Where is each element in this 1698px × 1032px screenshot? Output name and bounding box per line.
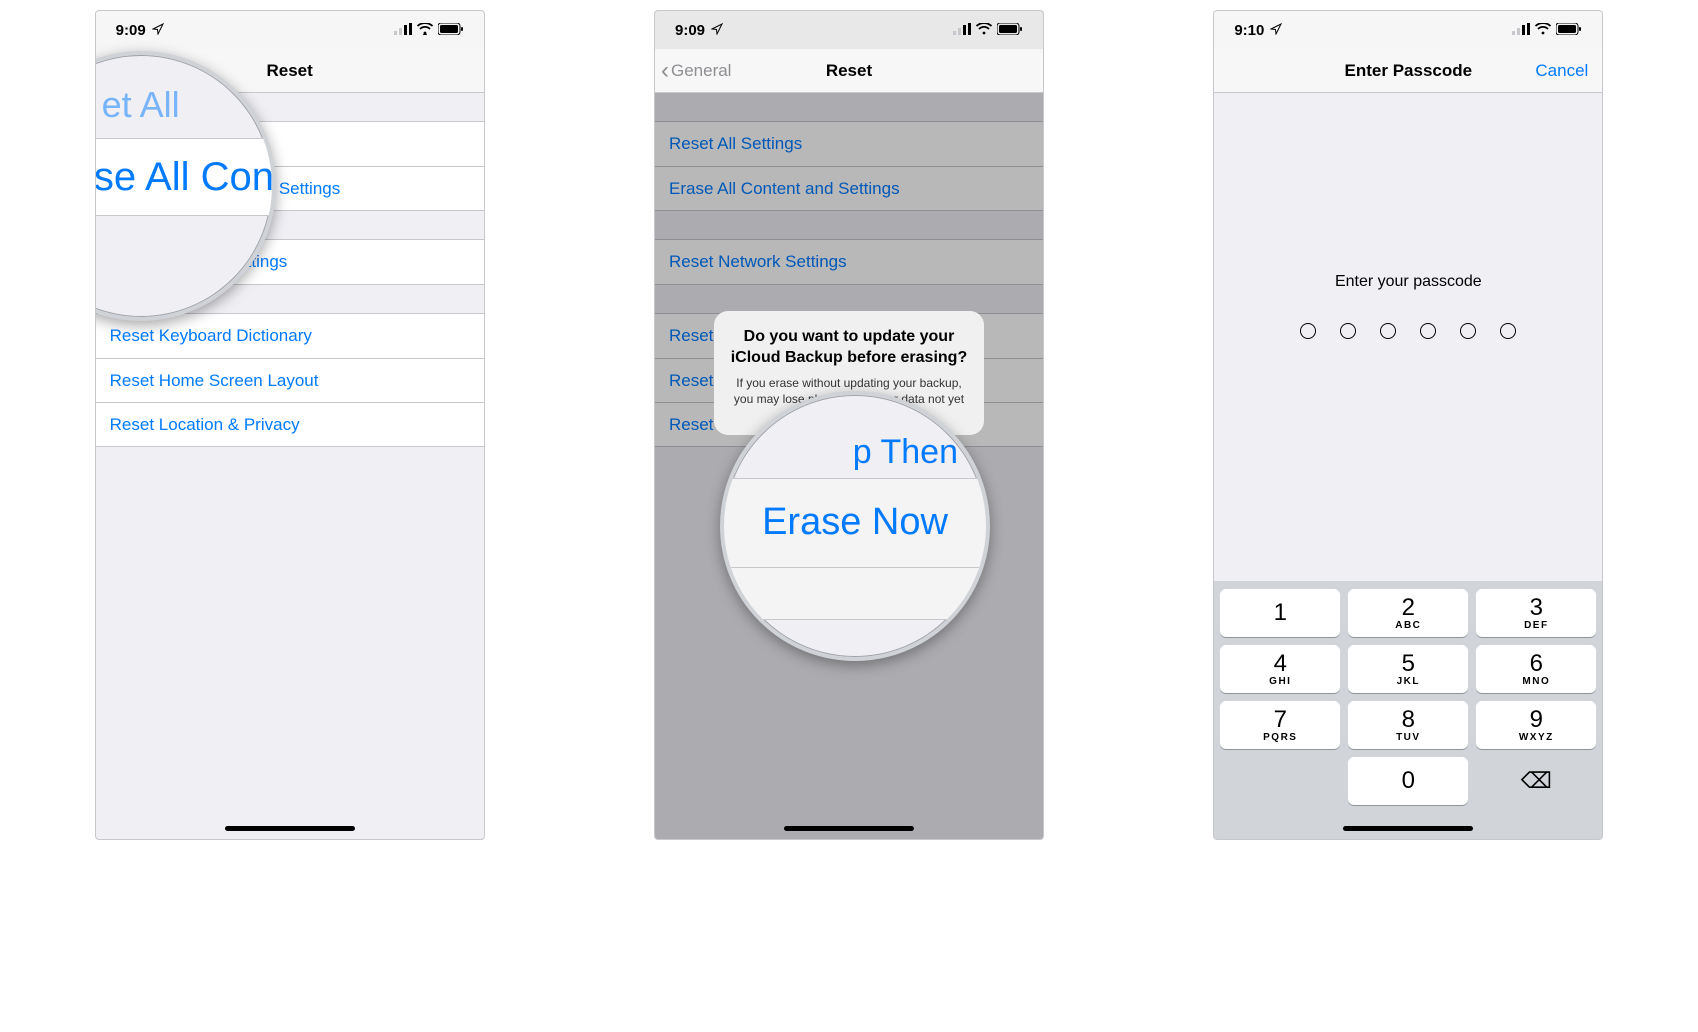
keypad-key-7[interactable]: 7PQRS: [1220, 701, 1340, 749]
magnifier-highlight: Erase All Con: [95, 155, 274, 200]
keypad-key-4[interactable]: 4GHI: [1220, 645, 1340, 693]
keypad-key-5[interactable]: 5JKL: [1348, 645, 1468, 693]
status-time: 9:09: [675, 22, 705, 39]
signal-icon: [953, 22, 971, 39]
nav-back-button[interactable]: ‹ General: [661, 49, 731, 92]
keypad-letters: TUV: [1396, 732, 1421, 743]
reset-homescreen-row[interactable]: Reset Home Screen Layout: [96, 358, 484, 402]
magnifier-fragment: p Then: [724, 433, 986, 472]
battery-icon: [997, 22, 1023, 39]
status-time: 9:09: [116, 22, 146, 39]
keypad-letters: WXYZ: [1519, 732, 1554, 743]
nav-title: Reset: [267, 61, 313, 81]
screenshot-reset-list: 9:09 Reset Reset All Settings Erase All …: [95, 10, 485, 840]
wifi-icon: [417, 22, 433, 39]
location-icon: [152, 22, 164, 39]
nav-title: Reset: [826, 61, 872, 81]
reset-group-3: Reset Keyboard Dictionary Reset Home Scr…: [96, 313, 484, 447]
keypad-letters: GHI: [1269, 676, 1291, 687]
passcode-dots: [1214, 323, 1602, 339]
keypad-key-1[interactable]: 1: [1220, 589, 1340, 637]
passcode-dot: [1500, 323, 1516, 339]
keypad-key-9[interactable]: 9WXYZ: [1476, 701, 1596, 749]
home-indicator[interactable]: [225, 826, 355, 831]
battery-icon: [438, 22, 464, 39]
location-icon: [1270, 22, 1282, 39]
wifi-icon: [976, 22, 992, 39]
keypad-digit: 5: [1402, 652, 1415, 676]
status-bar: 9:10: [1214, 11, 1602, 49]
nav-title: Enter Passcode: [1345, 61, 1473, 81]
nav-bar: Enter Passcode Cancel: [1214, 49, 1602, 93]
screenshot-erase-alert: 9:09 ‹ General Reset Reset All Settings …: [654, 10, 1044, 840]
signal-icon: [394, 22, 412, 39]
numeric-keypad: 12ABC3DEF4GHI5JKL6MNO7PQRS8TUV9WXYZ0⌫: [1214, 581, 1602, 839]
signal-icon: [1512, 22, 1530, 39]
keypad-digit: 1: [1274, 601, 1287, 625]
keypad-letters: DEF: [1524, 620, 1549, 631]
nav-back-label: General: [671, 61, 731, 81]
keypad-key-3[interactable]: 3DEF: [1476, 589, 1596, 637]
status-time: 9:10: [1234, 22, 1264, 39]
keypad-backspace[interactable]: ⌫: [1476, 757, 1596, 805]
keypad-letters: ABC: [1395, 620, 1421, 631]
keypad-letters: MNO: [1522, 676, 1550, 687]
erase-now-button[interactable]: Erase Now: [762, 501, 948, 544]
cancel-button[interactable]: Cancel: [1535, 49, 1588, 92]
keypad-key-6[interactable]: 6MNO: [1476, 645, 1596, 693]
keypad-digit: 7: [1274, 708, 1287, 732]
screenshot-enter-passcode: 9:10 Enter Passcode Cancel Enter your pa…: [1213, 10, 1603, 840]
magnifier-fragment: et All: [102, 84, 180, 126]
status-bar: 9:09: [96, 11, 484, 49]
keypad-key-0[interactable]: 0: [1348, 757, 1468, 805]
keypad-digit: 0: [1402, 769, 1415, 793]
wifi-icon: [1535, 22, 1551, 39]
keypad-digit: 8: [1402, 708, 1415, 732]
keypad-digit: 6: [1530, 652, 1543, 676]
keypad-digit: 2: [1402, 596, 1415, 620]
keypad-digit: 9: [1530, 708, 1543, 732]
magnifier-callout: p Then Erase Now: [720, 391, 990, 661]
location-icon: [711, 22, 723, 39]
alert-title: Do you want to update your iCloud Backup…: [728, 327, 970, 369]
passcode-dot: [1420, 323, 1436, 339]
keypad-key-2[interactable]: 2ABC: [1348, 589, 1468, 637]
nav-bar: ‹ General Reset: [655, 49, 1043, 93]
home-indicator[interactable]: [1343, 826, 1473, 831]
passcode-dot: [1300, 323, 1316, 339]
keypad-spacer: [1220, 757, 1340, 805]
passcode-prompt: Enter your passcode: [1214, 273, 1602, 291]
keypad-letters: PQRS: [1263, 732, 1297, 743]
reset-location-row[interactable]: Reset Location & Privacy: [96, 402, 484, 446]
passcode-dot: [1340, 323, 1356, 339]
passcode-dot: [1460, 323, 1476, 339]
keypad-key-8[interactable]: 8TUV: [1348, 701, 1468, 749]
keypad-letters: JKL: [1397, 676, 1420, 687]
chevron-left-icon: ‹: [661, 59, 669, 83]
keypad-digit: 4: [1274, 652, 1287, 676]
reset-keyboard-row[interactable]: Reset Keyboard Dictionary: [96, 314, 484, 358]
keypad-digit: 3: [1530, 596, 1543, 620]
passcode-dot: [1380, 323, 1396, 339]
status-bar: 9:09: [655, 11, 1043, 49]
battery-icon: [1556, 22, 1582, 39]
